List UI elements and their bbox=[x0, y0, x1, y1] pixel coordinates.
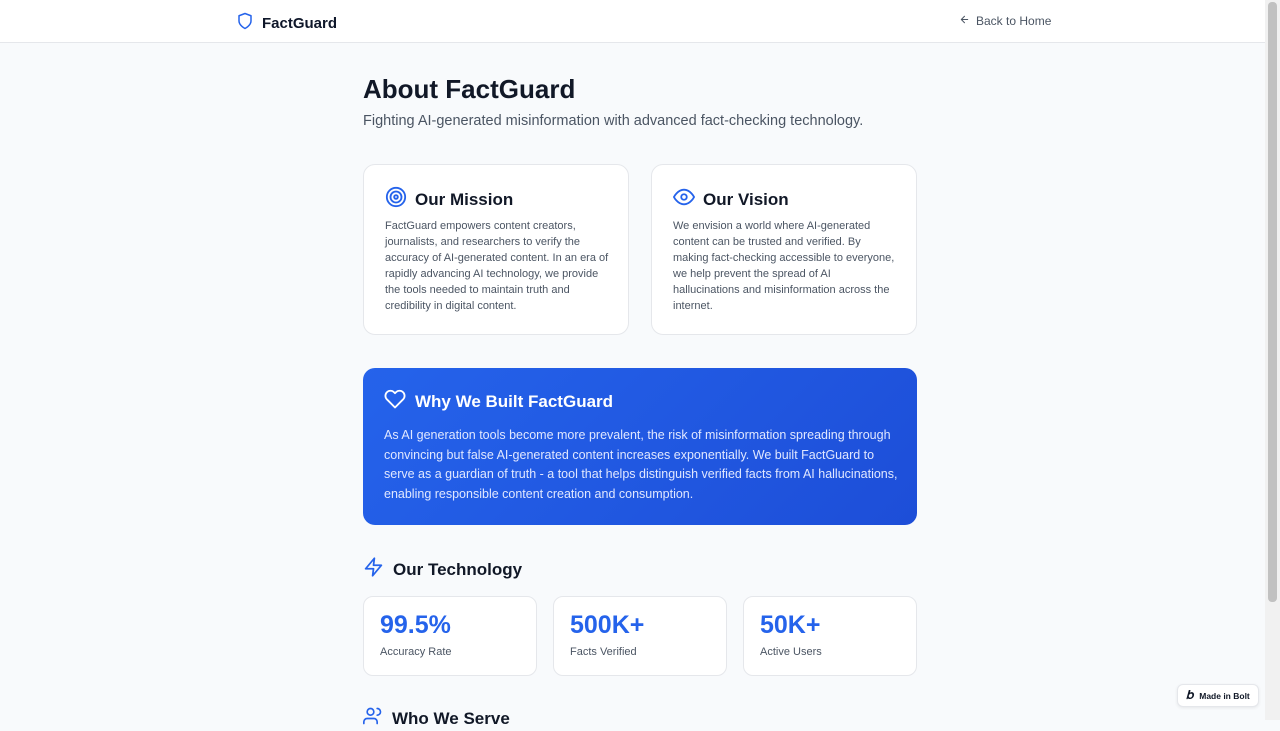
scrollbar-thumb[interactable] bbox=[1268, 2, 1277, 602]
made-in-bolt-label: Made in Bolt bbox=[1199, 690, 1250, 701]
stat-value: 50K+ bbox=[760, 611, 821, 639]
why-title: Why We Built FactGuard bbox=[415, 391, 614, 411]
stat-label: Active Users bbox=[760, 646, 822, 658]
heart-icon bbox=[384, 388, 406, 415]
users-icon bbox=[363, 706, 383, 731]
who-we-serve-title: Who We Serve bbox=[392, 708, 510, 728]
who-we-serve-header: Who We Serve bbox=[363, 706, 510, 731]
stat-label: Facts Verified bbox=[570, 646, 637, 658]
made-in-bolt-badge[interactable]: Made in Bolt bbox=[1177, 684, 1259, 707]
vision-body: We envision a world where AI-generated c… bbox=[673, 220, 895, 312]
stat-accuracy-rate: 99.5% Accuracy Rate bbox=[363, 596, 537, 676]
why-body: As AI generation tools become more preva… bbox=[384, 428, 898, 501]
stat-value: 500K+ bbox=[570, 611, 645, 639]
stat-label: Accuracy Rate bbox=[380, 646, 452, 658]
why-we-built-card: Why We Built FactGuard As AI generation … bbox=[363, 368, 917, 525]
page-subtitle: Fighting AI-generated misinformation wit… bbox=[363, 113, 864, 129]
brand[interactable]: FactGuard bbox=[236, 11, 337, 36]
vision-title: Our Vision bbox=[703, 189, 789, 209]
vision-card: Our Vision We envision a world where AI-… bbox=[651, 164, 917, 335]
stat-value: 99.5% bbox=[380, 611, 451, 639]
bolt-logo-icon bbox=[1186, 689, 1195, 702]
mission-body: FactGuard empowers content creators, jou… bbox=[385, 220, 609, 312]
mission-title: Our Mission bbox=[415, 189, 514, 209]
shield-icon bbox=[236, 11, 254, 36]
stat-active-users: 50K+ Active Users bbox=[743, 596, 917, 676]
vision-header: Our Vision bbox=[673, 186, 789, 213]
back-to-home-link[interactable]: Back to Home bbox=[959, 14, 1051, 28]
zap-icon bbox=[363, 556, 384, 583]
vertical-scrollbar[interactable] bbox=[1265, 0, 1280, 720]
top-navigation: FactGuard Back to Home bbox=[0, 0, 1265, 43]
technology-header: Our Technology bbox=[363, 556, 522, 583]
mission-header: Our Mission bbox=[385, 186, 513, 213]
page-title: About FactGuard bbox=[363, 74, 576, 104]
arrow-left-icon bbox=[959, 14, 970, 28]
technology-title: Our Technology bbox=[393, 559, 523, 579]
stat-facts-verified: 500K+ Facts Verified bbox=[553, 596, 727, 676]
target-icon bbox=[385, 186, 407, 213]
why-header: Why We Built FactGuard bbox=[384, 388, 613, 415]
eye-icon bbox=[673, 186, 695, 213]
brand-name: FactGuard bbox=[262, 15, 338, 32]
back-to-home-label: Back to Home bbox=[976, 14, 1052, 28]
mission-card: Our Mission FactGuard empowers content c… bbox=[363, 164, 629, 335]
